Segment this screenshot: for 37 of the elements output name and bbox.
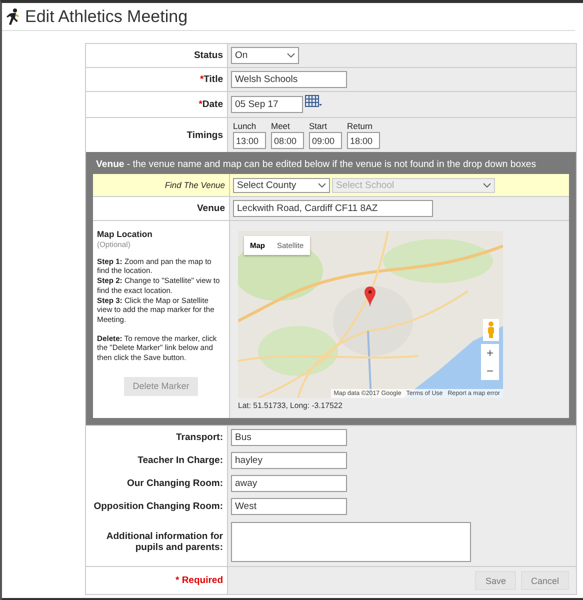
field-label: Opposition Changing Room: — [86, 495, 228, 518]
help-title: Map Location — [97, 229, 154, 240]
caret-icon — [318, 182, 326, 188]
time-label: Start — [309, 121, 328, 131]
caret-icon — [287, 53, 295, 58]
date-field[interactable]: 05 Sep 17 — [231, 96, 303, 113]
venue-field[interactable]: Leckwith Road, Cardiff CF11 8AZ — [233, 200, 433, 217]
text-field[interactable]: Bus — [231, 429, 347, 446]
time-label: Return — [347, 121, 374, 131]
status-select[interactable]: On — [231, 47, 299, 64]
text-field[interactable]: West — [231, 498, 347, 515]
field-label: Transport: — [86, 426, 228, 449]
runner-icon — [5, 8, 21, 26]
map-pin-icon — [364, 286, 376, 308]
page-title: Edit Athletics Meeting — [25, 6, 188, 26]
time-field[interactable]: 08:00 — [271, 132, 304, 149]
time-field[interactable]: 09:00 — [309, 132, 342, 149]
time-label: Lunch — [233, 121, 258, 131]
venue-heading: Venue - the venue name and map can be edited below if the venue is not found in the drop down boxes — [95, 158, 538, 172]
calendar-icon[interactable] — [305, 95, 322, 109]
field-label: Teacher In Charge: — [86, 449, 228, 472]
select-field[interactable]: Select County — [233, 178, 330, 192]
time-label: Meet — [271, 121, 291, 131]
form-button[interactable]: Cancel — [520, 571, 569, 590]
text-field[interactable]: hayley — [231, 452, 347, 469]
field-label: Venue — [93, 197, 230, 220]
text-field[interactable]: away — [231, 475, 347, 492]
person-icon[interactable] — [483, 319, 499, 341]
time-field[interactable]: 18:00 — [347, 132, 380, 149]
caret-icon — [483, 182, 491, 188]
text-area[interactable] — [231, 522, 471, 562]
field-label: Our Changing Room: — [86, 472, 228, 495]
field-label: Find The Venue — [93, 174, 230, 196]
form-button[interactable]: Save — [475, 571, 516, 590]
time-field[interactable]: 13:00 — [233, 132, 266, 149]
title-field[interactable]: Welsh Schools — [231, 71, 347, 88]
field-label: Timings — [86, 118, 228, 152]
